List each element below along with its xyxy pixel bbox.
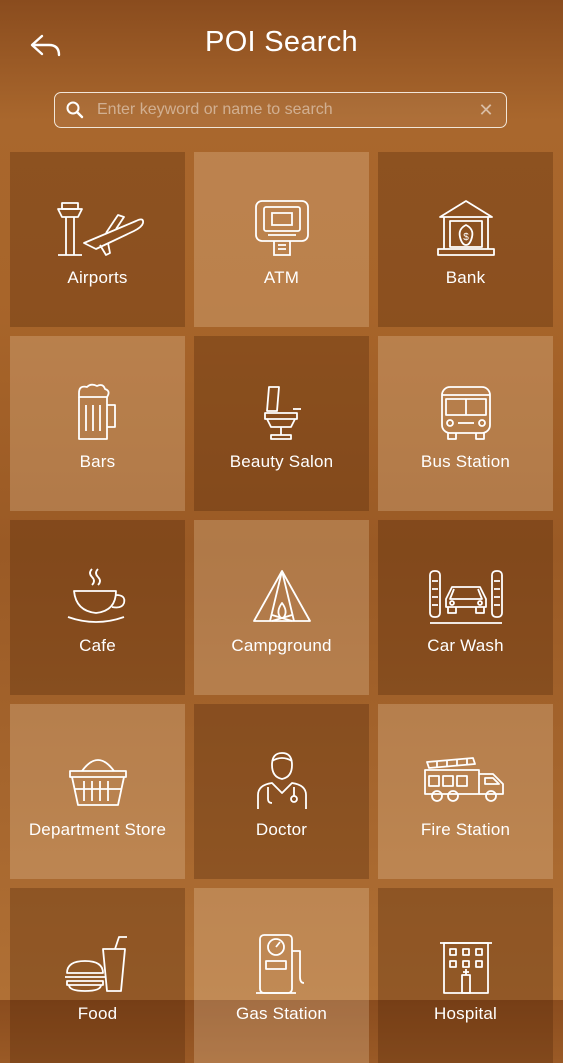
category-label: Bus Station: [420, 452, 511, 471]
page-title: POI Search: [205, 26, 358, 58]
airport-icon: [56, 202, 144, 256]
category-bank[interactable]: $ Bank: [378, 152, 553, 327]
category-doctor[interactable]: Doctor: [194, 704, 369, 879]
car-wash-icon: [428, 570, 503, 624]
category-label: Bank: [445, 268, 486, 287]
close-icon: ✕: [478, 99, 494, 120]
search-icon: [55, 93, 95, 127]
atm-icon: [254, 200, 309, 256]
category-label: Beauty Salon: [229, 452, 334, 471]
category-grid: Airports ATM $ Bank Bars Beauty Salon Bu…: [10, 152, 553, 1063]
gas-pump-icon: [255, 934, 304, 994]
doctor-icon: [256, 752, 307, 809]
category-hospital[interactable]: Hospital: [378, 888, 553, 1063]
bus-icon: [440, 386, 491, 440]
category-car-wash[interactable]: Car Wash: [378, 520, 553, 695]
bank-icon: $: [436, 200, 495, 256]
svg-text:$: $: [463, 232, 469, 243]
category-label: Hospital: [433, 1004, 498, 1023]
category-beauty-salon[interactable]: Beauty Salon: [194, 336, 369, 511]
salon-chair-icon: [263, 386, 301, 440]
search-input[interactable]: [95, 94, 466, 126]
beer-mug-icon: [77, 383, 116, 440]
shopping-basket-icon: [68, 759, 127, 806]
category-atm[interactable]: ATM: [194, 152, 369, 327]
category-bars[interactable]: Bars: [10, 336, 185, 511]
category-cafe[interactable]: Cafe: [10, 520, 185, 695]
category-label: Food: [77, 1004, 118, 1023]
tent-icon: [252, 570, 311, 622]
category-campground[interactable]: Campground: [194, 520, 369, 695]
fire-truck-icon: [423, 757, 504, 802]
category-fire-station[interactable]: Fire Station: [378, 704, 553, 879]
category-label: Doctor: [255, 820, 308, 839]
category-food[interactable]: Food: [10, 888, 185, 1063]
category-department-store[interactable]: Department Store: [10, 704, 185, 879]
category-label: Bars: [79, 452, 116, 471]
hospital-icon: [439, 942, 492, 994]
category-label: Car Wash: [427, 636, 504, 655]
category-airports[interactable]: Airports: [10, 152, 185, 327]
category-bus-station[interactable]: Bus Station: [378, 336, 553, 511]
category-label: Gas Station: [235, 1004, 328, 1023]
category-label: Department Store: [28, 820, 167, 839]
coffee-cup-icon: [67, 568, 125, 623]
category-label: Cafe: [79, 636, 116, 655]
category-label: Fire Station: [420, 820, 511, 839]
category-label: Airports: [67, 268, 128, 287]
food-icon: [64, 936, 127, 992]
clear-search-button[interactable]: ✕: [466, 93, 506, 127]
header: POI Search: [0, 0, 563, 90]
search-bar: ✕: [54, 92, 507, 128]
category-label: Campground: [231, 636, 332, 655]
category-gas-station[interactable]: Gas Station: [194, 888, 369, 1063]
category-label: ATM: [263, 268, 300, 287]
